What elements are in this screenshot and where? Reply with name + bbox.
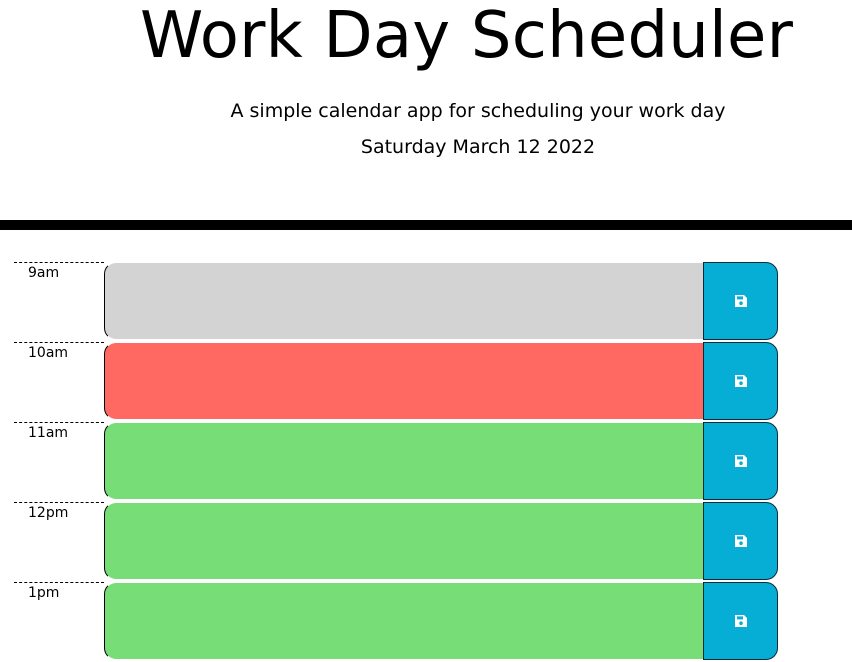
time-block-row: 9am <box>14 262 778 342</box>
floppy-disk-icon <box>734 615 747 627</box>
current-day: Saturday March 12 2022 <box>360 136 596 158</box>
hour-label: 11am <box>14 422 104 501</box>
time-block-row: 12pm <box>14 502 778 582</box>
hour-label: 9am <box>14 262 104 341</box>
hour-label: 10am <box>14 342 104 421</box>
event-description-input[interactable] <box>104 422 704 500</box>
page-header: Work Day Scheduler A simple calendar app… <box>0 0 852 230</box>
floppy-disk-icon <box>734 535 747 547</box>
event-description-input[interactable] <box>104 262 704 340</box>
floppy-disk-icon <box>734 375 747 387</box>
event-description-input[interactable] <box>104 582 704 660</box>
time-block-list: 9am 10am 11am 12pm 1pm <box>14 262 778 662</box>
save-button[interactable] <box>703 422 778 500</box>
save-button[interactable] <box>703 262 778 340</box>
floppy-disk-icon <box>734 295 747 307</box>
hour-label: 12pm <box>14 502 104 581</box>
time-block-row: 10am <box>14 342 778 422</box>
time-block-row: 1pm <box>14 582 778 662</box>
floppy-disk-icon <box>734 455 747 467</box>
save-button[interactable] <box>703 502 778 580</box>
time-block-row: 11am <box>14 422 778 502</box>
save-button[interactable] <box>703 582 778 660</box>
page-subtitle: A simple calendar app for scheduling you… <box>230 100 726 122</box>
event-description-input[interactable] <box>104 342 704 420</box>
page-title: Work Day Scheduler <box>140 0 794 73</box>
hour-label: 1pm <box>14 582 104 661</box>
event-description-input[interactable] <box>104 502 704 580</box>
save-button[interactable] <box>703 342 778 420</box>
